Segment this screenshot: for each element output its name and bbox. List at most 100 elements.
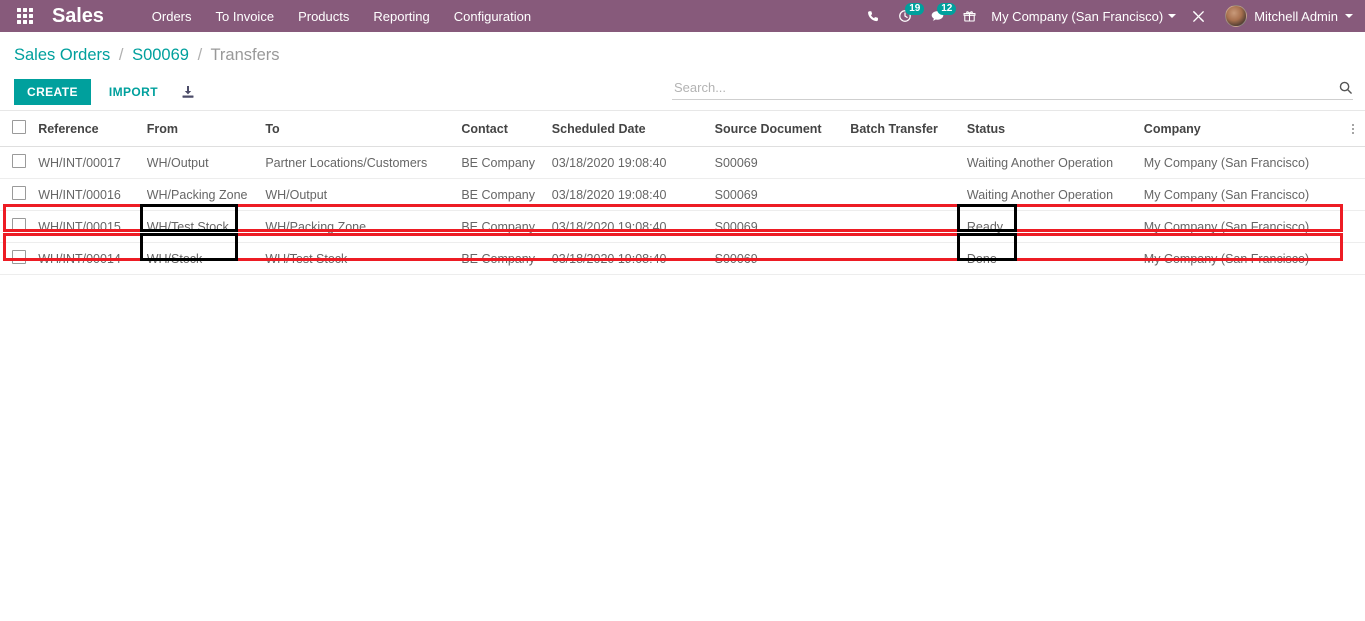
- breadcrumb: Sales Orders / S00069 / Transfers: [14, 46, 280, 65]
- cell-to: WH/Output: [265, 178, 462, 211]
- cell-source-document: S00069: [714, 146, 851, 179]
- cell-to: WH/Test Stock: [265, 242, 462, 275]
- column-header-batch-transfer[interactable]: Batch Transfer: [850, 111, 967, 147]
- top-navbar: Sales Orders To Invoice Products Reporti…: [0, 0, 1365, 32]
- navbar-right-section: 19 12 My Company (San Francisco) Mitchel…: [858, 0, 1357, 32]
- company-switcher[interactable]: My Company (San Francisco): [985, 9, 1182, 24]
- select-all-checkbox[interactable]: [12, 120, 26, 134]
- cell-reference: WH/INT/00017: [38, 146, 147, 179]
- table-row[interactable]: WH/INT/00016 WH/Packing Zone WH/Output B…: [0, 178, 1365, 211]
- chevron-down-icon: [1345, 14, 1353, 18]
- column-header-to[interactable]: To: [265, 111, 462, 147]
- menu-item-orders[interactable]: Orders: [140, 3, 204, 30]
- row-select-cell: [0, 210, 39, 243]
- cell-from: WH/Stock: [146, 242, 266, 275]
- chevron-down-icon: [1168, 14, 1177, 18]
- control-panel-buttons: CREATE IMPORT: [14, 79, 196, 105]
- cell-spacer: [1340, 210, 1365, 243]
- row-checkbox[interactable]: [12, 218, 26, 232]
- cell-company: My Company (San Francisco): [1143, 178, 1341, 211]
- cell-scheduled-date: 03/18/2020 19:08:40: [551, 146, 715, 179]
- transfers-list-view: Reference From To Contact Scheduled Date…: [0, 111, 1365, 275]
- row-checkbox[interactable]: [12, 186, 26, 200]
- control-panel: Sales Orders / S00069 / Transfers CREATE…: [0, 32, 1365, 132]
- odoo-app-window: Sales Orders To Invoice Products Reporti…: [0, 0, 1365, 621]
- menu-item-reporting[interactable]: Reporting: [361, 3, 441, 30]
- column-header-company[interactable]: Company: [1143, 111, 1341, 147]
- select-all-header: [0, 111, 39, 147]
- search-panel: [672, 76, 1353, 100]
- cell-company: My Company (San Francisco): [1143, 210, 1341, 243]
- cell-batch-transfer: [850, 210, 967, 243]
- gift-icon[interactable]: [954, 0, 985, 32]
- cell-scheduled-date: 03/18/2020 19:08:40: [551, 178, 715, 211]
- create-button[interactable]: CREATE: [14, 79, 91, 105]
- clock-activity-icon[interactable]: 19: [889, 0, 925, 32]
- apps-grid-icon[interactable]: [8, 8, 42, 24]
- phone-icon[interactable]: [858, 0, 889, 32]
- breadcrumb-item-sales-orders[interactable]: Sales Orders: [14, 46, 110, 64]
- row-checkbox[interactable]: [12, 154, 26, 168]
- table-row[interactable]: WH/INT/00017 WH/Output Partner Locations…: [0, 146, 1365, 179]
- cell-to: WH/Packing Zone: [265, 210, 462, 243]
- column-header-status[interactable]: Status: [966, 111, 1144, 147]
- search-input[interactable]: [672, 80, 1338, 95]
- menu-item-products[interactable]: Products: [286, 3, 361, 30]
- bug-wrench-icon[interactable]: [1182, 0, 1215, 32]
- avatar: [1225, 5, 1248, 27]
- transfers-table: Reference From To Contact Scheduled Date…: [0, 111, 1365, 275]
- table-row[interactable]: WH/INT/00014 WH/Stock WH/Test Stock BE C…: [0, 242, 1365, 275]
- user-name-label: Mitchell Admin: [1254, 8, 1338, 24]
- cell-spacer: [1340, 178, 1365, 211]
- cell-batch-transfer: [850, 178, 967, 211]
- cell-spacer: [1340, 242, 1365, 275]
- row-select-cell: [0, 146, 39, 179]
- search-icon[interactable]: [1338, 80, 1353, 95]
- cell-status: Ready: [966, 210, 1144, 243]
- cell-contact: BE Company: [461, 146, 552, 179]
- import-button[interactable]: IMPORT: [97, 79, 170, 105]
- cell-from: WH/Test Stock: [146, 210, 266, 243]
- optional-columns-toggle[interactable]: [1340, 111, 1365, 147]
- cell-to: Partner Locations/Customers: [265, 146, 462, 179]
- cell-source-document: S00069: [714, 242, 851, 275]
- company-name-label: My Company (San Francisco): [991, 8, 1164, 24]
- column-header-source-document[interactable]: Source Document: [714, 111, 851, 147]
- breadcrumb-item-record[interactable]: S00069: [132, 46, 189, 64]
- cell-batch-transfer: [850, 146, 967, 179]
- cell-contact: BE Company: [461, 210, 552, 243]
- table-header-row: Reference From To Contact Scheduled Date…: [0, 111, 1365, 147]
- cell-source-document: S00069: [714, 210, 851, 243]
- cell-company: My Company (San Francisco): [1143, 242, 1341, 275]
- cell-from: WH/Packing Zone: [146, 178, 266, 211]
- column-header-reference[interactable]: Reference: [38, 111, 147, 147]
- cell-reference: WH/INT/00016: [38, 178, 147, 211]
- vertical-dots-icon: [1341, 123, 1365, 134]
- app-brand-title[interactable]: Sales: [52, 5, 104, 28]
- column-header-scheduled-date[interactable]: Scheduled Date: [551, 111, 715, 147]
- breadcrumb-separator: /: [197, 46, 203, 64]
- chat-bubble-icon[interactable]: 12: [921, 0, 957, 32]
- cell-scheduled-date: 03/18/2020 19:08:40: [551, 210, 715, 243]
- search-row: [672, 76, 1353, 100]
- cell-spacer: [1340, 146, 1365, 179]
- menu-item-to-invoice[interactable]: To Invoice: [204, 3, 287, 30]
- breadcrumb-separator: /: [118, 46, 124, 64]
- row-checkbox[interactable]: [12, 250, 26, 264]
- cell-batch-transfer: [850, 242, 967, 275]
- cell-source-document: S00069: [714, 178, 851, 211]
- cell-status: Waiting Another Operation: [966, 146, 1144, 179]
- menu-item-configuration[interactable]: Configuration: [442, 3, 543, 30]
- table-body: WH/INT/00017 WH/Output Partner Locations…: [0, 146, 1365, 275]
- cell-company: My Company (San Francisco): [1143, 146, 1341, 179]
- breadcrumb-item-current: Transfers: [210, 46, 280, 64]
- row-select-cell: [0, 178, 39, 211]
- table-row[interactable]: WH/INT/00015 WH/Test Stock WH/Packing Zo…: [0, 210, 1365, 243]
- main-menu: Orders To Invoice Products Reporting Con…: [140, 3, 543, 30]
- user-menu[interactable]: Mitchell Admin: [1215, 5, 1357, 27]
- column-header-contact[interactable]: Contact: [461, 111, 552, 147]
- cell-reference: WH/INT/00014: [38, 242, 147, 275]
- column-header-from[interactable]: From: [146, 111, 266, 147]
- cell-contact: BE Company: [461, 178, 552, 211]
- download-icon[interactable]: [180, 84, 196, 100]
